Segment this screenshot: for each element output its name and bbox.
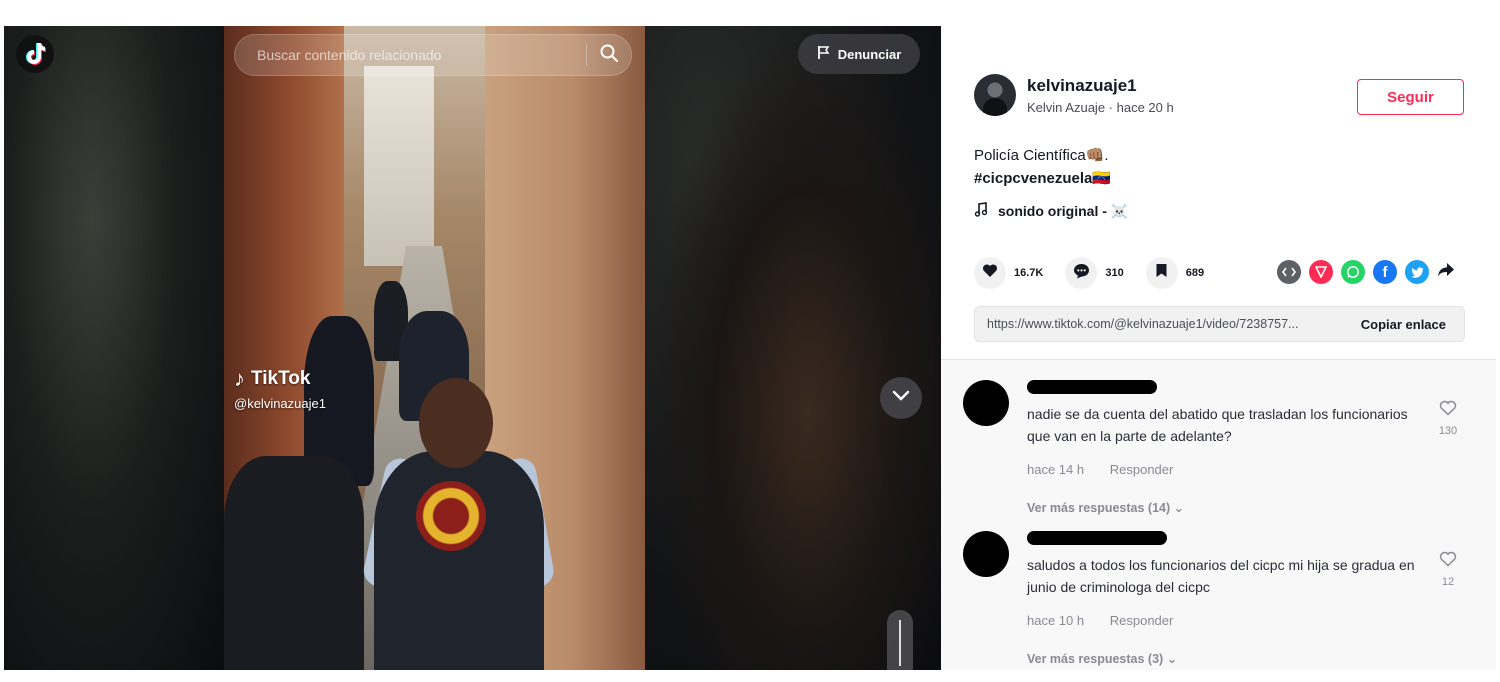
heart-outline-icon bbox=[1439, 551, 1457, 571]
video-scene-badge-patch bbox=[416, 481, 486, 551]
embed-code-icon[interactable] bbox=[1277, 260, 1301, 284]
comments-list: nadie se da cuenta del abatido que trasl… bbox=[941, 360, 1496, 670]
more-replies-label: Ver más respuestas (14) bbox=[1027, 501, 1171, 515]
comment-like-button[interactable]: 12 bbox=[1433, 551, 1463, 588]
comment-like-count: 130 bbox=[1438, 425, 1458, 437]
comment-meta: hace 10 h Responder bbox=[1027, 613, 1173, 628]
heart-outline-icon bbox=[1439, 400, 1457, 420]
comment-count: 310 bbox=[1105, 267, 1124, 279]
chevron-down-icon: ⌄ bbox=[1166, 652, 1178, 666]
video-scene-head bbox=[419, 378, 493, 468]
comment-username-redacted[interactable] bbox=[1027, 380, 1157, 394]
sound-link[interactable]: sonido original - ☠️ bbox=[974, 202, 1128, 220]
author-info[interactable]: kelvinazuaje1 Kelvin Azuaje · hace 20 h bbox=[974, 74, 1174, 116]
facebook-icon[interactable]: f bbox=[1373, 260, 1397, 284]
video-stage: ♪ TikTok @kelvinazuaje1 Denunciar bbox=[4, 26, 941, 670]
comment-avatar-redacted[interactable] bbox=[963, 380, 1009, 426]
like-button[interactable]: 16.7K bbox=[974, 257, 1043, 289]
save-button[interactable]: 689 bbox=[1145, 257, 1205, 289]
more-replies-label: Ver más respuestas (3) bbox=[1027, 652, 1164, 666]
report-button[interactable]: Denunciar bbox=[798, 34, 920, 74]
like-count: 16.7K bbox=[1014, 267, 1044, 279]
view-more-replies[interactable]: Ver más respuestas (3) ⌄ bbox=[1027, 651, 1177, 666]
view-more-replies[interactable]: Ver más respuestas (14) ⌄ bbox=[1027, 500, 1184, 515]
reply-button[interactable]: Responder bbox=[1110, 613, 1174, 628]
author-username[interactable]: kelvinazuaje1 bbox=[1027, 76, 1174, 96]
chevron-down-icon bbox=[892, 389, 910, 407]
watermark-brand: TikTok bbox=[251, 368, 311, 389]
watermark-username: @kelvinazuaje1 bbox=[234, 396, 326, 411]
copy-link-button[interactable]: Copiar enlace bbox=[1347, 317, 1464, 332]
description-text: Policía Científica👊🏽. bbox=[974, 147, 1109, 164]
hashtag-link[interactable]: #cicpcvenezuela🇻🇪 bbox=[974, 167, 1111, 190]
comment-text: saludos a todos los funcionarios del cic… bbox=[1027, 557, 1415, 595]
music-note-icon bbox=[974, 202, 988, 220]
comment-button[interactable]: 310 bbox=[1065, 257, 1124, 289]
tiktok-note-icon: ♪ bbox=[234, 366, 245, 391]
reply-button[interactable]: Responder bbox=[1110, 462, 1174, 477]
search-divider bbox=[586, 44, 587, 66]
send-to-friends-icon[interactable] bbox=[1309, 260, 1333, 284]
share-bar: f bbox=[1277, 260, 1455, 284]
video-blur-background-left bbox=[4, 26, 224, 670]
volume-slider[interactable] bbox=[887, 610, 913, 670]
video-scene-person bbox=[224, 456, 364, 670]
sound-title: sonido original - ☠️ bbox=[998, 202, 1129, 219]
video-description: Policía Científica👊🏽. #cicpcvenezuela🇻🇪 bbox=[974, 144, 1111, 190]
next-video-button[interactable] bbox=[880, 377, 922, 419]
search-icon[interactable] bbox=[599, 43, 619, 68]
follow-button[interactable]: Seguir bbox=[1357, 79, 1464, 115]
video-blur-background-right bbox=[645, 26, 941, 670]
whatsapp-icon[interactable] bbox=[1341, 260, 1365, 284]
video-link-url[interactable]: https://www.tiktok.com/@kelvinazuaje1/vi… bbox=[975, 317, 1347, 331]
bookmark-icon bbox=[1155, 263, 1168, 283]
chevron-down-icon: ⌄ bbox=[1173, 501, 1185, 515]
comment-bubble-icon bbox=[1073, 263, 1090, 284]
comment-like-button[interactable]: 130 bbox=[1433, 400, 1463, 437]
tiktok-logo-icon[interactable] bbox=[16, 35, 54, 73]
comment-time: hace 14 h bbox=[1027, 462, 1085, 477]
search-input[interactable] bbox=[255, 46, 574, 64]
report-label: Denunciar bbox=[837, 46, 902, 62]
comment-like-count: 12 bbox=[1441, 576, 1455, 588]
copy-link-box: https://www.tiktok.com/@kelvinazuaje1/vi… bbox=[974, 306, 1465, 342]
comment-avatar-redacted[interactable] bbox=[963, 531, 1009, 577]
heart-icon bbox=[982, 263, 998, 283]
video-details-panel: kelvinazuaje1 Kelvin Azuaje · hace 20 h … bbox=[941, 26, 1496, 670]
search-bar[interactable] bbox=[234, 34, 632, 76]
comment-meta: hace 14 h Responder bbox=[1027, 462, 1173, 477]
engagement-bar: 16.7K 310 689 bbox=[974, 257, 1226, 289]
twitter-icon[interactable] bbox=[1405, 260, 1429, 284]
video-player[interactable]: ♪ TikTok @kelvinazuaje1 bbox=[224, 26, 645, 670]
comment-time: hace 10 h bbox=[1027, 613, 1085, 628]
comment-text: nadie se da cuenta del abatido que trasl… bbox=[1027, 406, 1408, 444]
author-meta: Kelvin Azuaje · hace 20 h bbox=[1027, 99, 1174, 115]
comment-username-redacted[interactable] bbox=[1027, 531, 1167, 545]
author-avatar[interactable] bbox=[974, 74, 1016, 116]
share-arrow-icon[interactable] bbox=[1437, 262, 1455, 283]
flag-icon bbox=[817, 45, 831, 63]
tiktok-watermark: ♪ TikTok @kelvinazuaje1 bbox=[234, 366, 326, 411]
save-count: 689 bbox=[1185, 267, 1205, 279]
video-scene-sky bbox=[364, 66, 434, 266]
